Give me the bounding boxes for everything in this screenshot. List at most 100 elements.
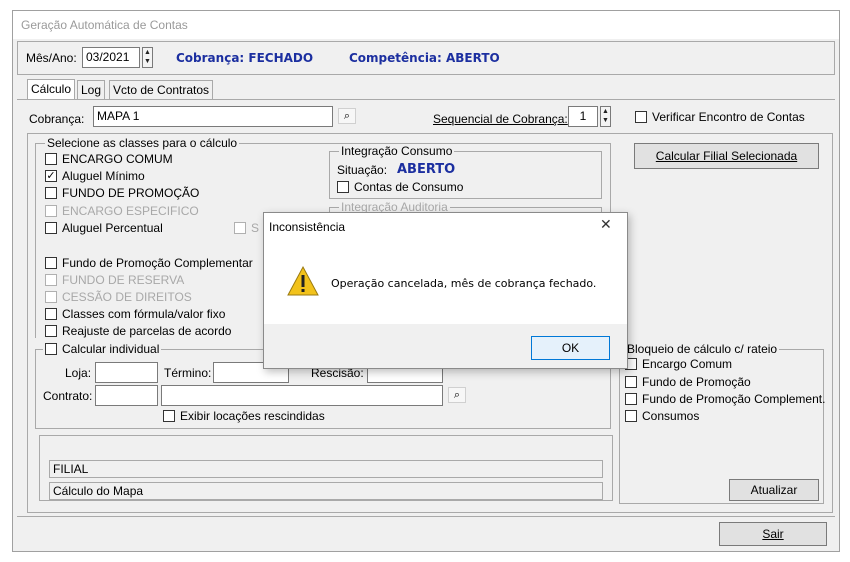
contas-consumo-row[interactable]: Contas de Consumo [337,180,463,194]
checkbox[interactable] [45,325,57,337]
contrato-label: Contrato: [43,389,93,403]
sequencial-spinner[interactable]: ▲ ▼ [600,106,611,127]
calcular-individual-label: Calcular individual [62,342,160,356]
inconsistencia-dialog: Inconsistência ✕ Operação cancelada, mês… [263,212,628,369]
bloqueio-item[interactable]: Consumos [625,409,699,423]
contrato-input[interactable] [95,385,158,406]
sair-button[interactable]: Sair [719,522,827,546]
window-title: Geração Automática de Contas [13,11,839,39]
bloqueio-label: Consumos [642,409,700,423]
exibir-rescindidas-label: Exibir locações rescindidas [180,409,325,423]
status-calculo: Cálculo do Mapa [49,482,603,500]
class-label: S [251,221,260,235]
binoculars-icon[interactable]: ⌕ [448,387,466,403]
integracao-consumo-legend: Integração Consumo [339,144,455,158]
class-label: Reajuste de parcelas de acordo [62,324,232,338]
class-item: CESSÃO DE DIREITOS [45,290,192,304]
bloqueio-item[interactable]: Fundo de Promoção Complement. [625,392,825,406]
exibir-rescindidas-row[interactable]: Exibir locações rescindidas [163,409,325,423]
sequencial-label: Sequencial de Cobrança: [433,112,568,126]
class-label: Aluguel Mínimo [62,169,145,183]
close-icon[interactable]: ✕ [600,216,612,233]
class-item[interactable]: FUNDO DE PROMOÇÃO [45,186,199,200]
calcular-filial-button[interactable]: Calcular Filial Selecionada [634,143,819,169]
footer-divider [17,516,835,517]
dialog-title: Inconsistência [269,220,346,234]
bloqueio-label: Encargo Comum [642,357,733,371]
verificar-label: Verificar Encontro de Contas [652,110,805,124]
class-item: ENCARGO ESPECIFICO [45,204,199,218]
spin-up-icon[interactable]: ▲ [601,107,610,116]
class-label: Aluguel Percentual [62,221,163,235]
class-item[interactable]: ENCARGO COMUM [45,152,173,166]
mes-ano-input[interactable]: 03/2021 [82,47,140,68]
loja-label: Loja: [65,366,92,380]
termino-label: Término: [164,366,212,380]
binoculars-icon[interactable]: ⌕ [338,108,356,124]
verificar-checkbox-row[interactable]: Verificar Encontro de Contas [635,110,805,124]
spin-down-icon[interactable]: ▼ [601,116,610,125]
cobranca-label: Cobrança: [29,112,85,126]
dialog-message: Operação cancelada, mês de cobrança fech… [331,277,597,290]
checkbox[interactable] [625,393,637,405]
bloqueio-label: Fundo de Promoção [642,375,751,389]
classes-legend: Selecione as classes para o cálculo [45,136,240,150]
calcular-individual-checkbox[interactable] [45,343,57,355]
checkbox[interactable] [45,257,57,269]
warning-icon [287,265,319,296]
contrato-desc-input[interactable] [161,385,443,406]
class-label: Classes com fórmula/valor fixo [62,307,226,321]
cobranca-status: Cobrança: FECHADO [176,51,314,65]
verificar-checkbox[interactable] [635,111,647,123]
class-item[interactable]: Reajuste de parcelas de acordo [45,324,231,338]
checkbox[interactable] [625,410,637,422]
class-label: FUNDO DE RESERVA [62,273,185,287]
status-filial: FILIAL [49,460,603,478]
tab-divider [17,99,835,100]
calcular-individual-row[interactable]: Calcular individual [43,342,162,356]
class-label: FUNDO DE PROMOÇÃO [62,186,200,200]
class-item[interactable]: ✓ Aluguel Mínimo [45,169,145,183]
checkbox[interactable] [45,153,57,165]
bloqueio-label: Fundo de Promoção Complement. [642,392,826,406]
checkbox[interactable] [45,187,57,199]
bloqueio-legend: Bloqueio de cálculo c/ rateio [625,342,780,356]
class-item[interactable]: Classes com fórmula/valor fixo [45,307,225,321]
tab-log[interactable]: Log [77,80,106,99]
contas-consumo-label: Contas de Consumo [354,180,464,194]
class-label: Fundo de Promoção Complementar [62,256,253,270]
mes-ano-spinner[interactable]: ▲ ▼ [142,47,153,68]
bloqueio-item[interactable]: Encargo Comum [625,357,732,371]
class-item-partial: S [234,221,259,235]
spin-down-icon[interactable]: ▼ [143,57,152,66]
class-item[interactable]: Aluguel Percentual [45,221,163,235]
class-label: CESSÃO DE DIREITOS [62,290,192,304]
tab-calculo[interactable]: Cálculo [27,79,76,99]
class-label: ENCARGO COMUM [62,152,173,166]
competencia-status: Competência: ABERTO [349,51,500,65]
tab-vcto-contratos[interactable]: Vcto de Contratos [109,80,214,99]
checkbox [234,222,246,234]
sequencial-input[interactable]: 1 [568,106,598,127]
ok-button[interactable]: OK [531,336,610,360]
checkbox[interactable] [45,222,57,234]
atualizar-button[interactable]: Atualizar [729,479,819,501]
spin-up-icon[interactable]: ▲ [143,48,152,57]
contas-consumo-checkbox[interactable] [337,181,349,193]
situacao-label: Situação: [337,163,388,177]
exibir-rescindidas-checkbox[interactable] [163,410,175,422]
loja-input[interactable] [95,362,158,383]
checkbox[interactable] [45,308,57,320]
class-item[interactable]: Fundo de Promoção Complementar [45,256,253,270]
checkbox-checked[interactable]: ✓ [45,170,57,182]
checkbox [45,291,57,303]
class-label: ENCARGO ESPECIFICO [62,204,199,218]
checkbox [45,205,57,217]
mes-ano-label: Mês/Ano: [26,51,77,65]
cobranca-input[interactable]: MAPA 1 [93,106,333,127]
class-item: FUNDO DE RESERVA [45,273,184,287]
checkbox [45,274,57,286]
bloqueio-item[interactable]: Fundo de Promoção [625,375,751,389]
situacao-value: ABERTO [397,162,456,177]
checkbox[interactable] [625,376,637,388]
